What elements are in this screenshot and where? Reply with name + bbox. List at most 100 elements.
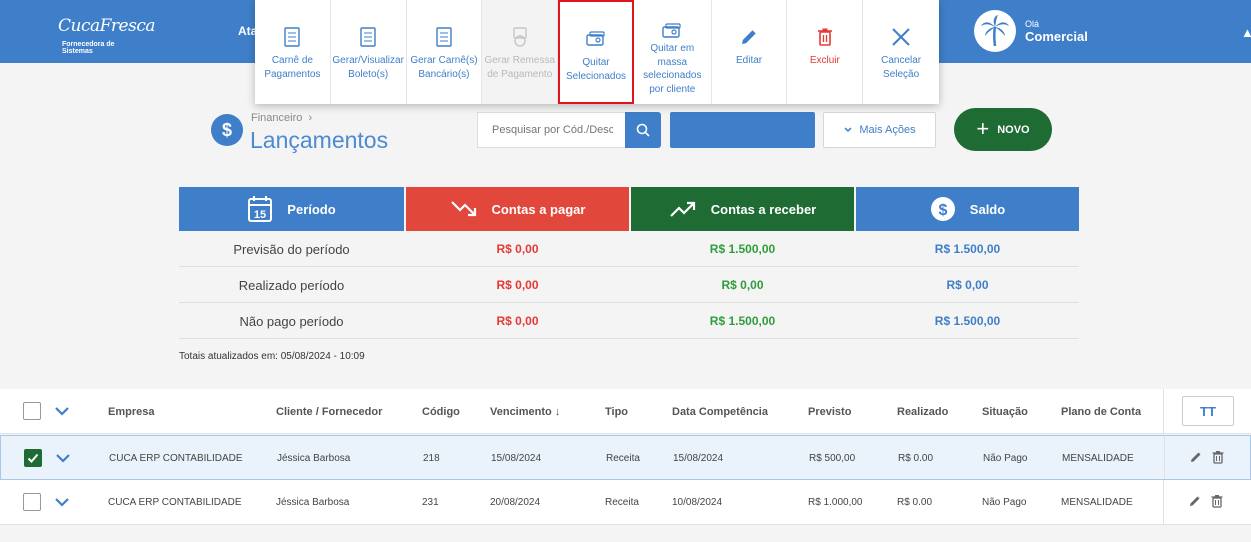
summary-header-pagar[interactable]: Contas a pagar xyxy=(406,187,629,231)
table-row[interactable]: CUCA ERP CONTABILIDADE Jéssica Barbosa 2… xyxy=(0,435,1251,480)
cell-cliente: Jéssica Barbosa xyxy=(277,453,351,464)
summary-header-saldo[interactable]: $ Saldo xyxy=(856,187,1079,231)
column-header-vencimento[interactable]: Vencimento ↓ xyxy=(490,406,560,418)
document-icon xyxy=(433,26,455,48)
row-checkbox[interactable] xyxy=(23,493,41,511)
user-greeting: Olá xyxy=(1025,19,1040,29)
notification-icon[interactable]: ▲ xyxy=(1241,25,1251,40)
cell-competencia: 15/08/2024 xyxy=(673,453,724,464)
gerar-carne-bancario-button[interactable]: Gerar Carnê(s) Bancário(s) xyxy=(407,0,483,104)
search-input[interactable] xyxy=(477,112,627,148)
summary-header-periodo-label: Período xyxy=(287,201,336,217)
trash-icon[interactable] xyxy=(1210,494,1224,508)
pencil-icon xyxy=(738,26,760,48)
palm-tree-icon xyxy=(975,11,1015,51)
avatar[interactable] xyxy=(974,10,1016,52)
cell-situacao: Não Pago xyxy=(982,497,1027,508)
cell-vencimento: 20/08/2024 xyxy=(490,497,541,508)
column-header-previsto[interactable]: Previsto xyxy=(808,406,851,418)
table-row[interactable]: CUCA ERP CONTABILIDADE Jéssica Barbosa 2… xyxy=(0,480,1251,525)
editar-button[interactable]: Editar xyxy=(712,0,788,104)
pencil-icon[interactable] xyxy=(1188,494,1202,508)
summary-row: Não pago período R$ 0,00 R$ 1.500,00 R$ … xyxy=(179,303,1079,339)
column-divider xyxy=(1163,480,1164,524)
action-label: Gerar/Visualizar Boleto(s) xyxy=(332,55,404,80)
columns-icon: TT xyxy=(1200,403,1216,419)
trend-up-icon xyxy=(669,201,695,217)
summary-row: Realizado período R$ 0,00 R$ 0,00 R$ 0,0… xyxy=(179,267,1079,303)
column-header-competencia[interactable]: Data Competência xyxy=(672,406,768,418)
summary-header-periodo[interactable]: 15 Período xyxy=(179,187,404,231)
totals-updated-note: Totais atualizados em: 05/08/2024 - 10:0… xyxy=(179,351,365,362)
table-header-row: Empresa Cliente / Fornecedor Código Venc… xyxy=(0,389,1251,434)
document-icon xyxy=(281,26,303,48)
summary-header-receber[interactable]: Contas a receber xyxy=(631,187,854,231)
cell-previsto: R$ 1.000,00 xyxy=(808,497,863,508)
more-actions-button[interactable]: Mais Ações xyxy=(823,112,936,148)
summary-pagar-value: R$ 0,00 xyxy=(496,242,539,256)
bulk-action-toolbar: Carnê de Pagamentos Gerar/Visualizar Bol… xyxy=(255,0,939,104)
quitar-selecionados-button[interactable]: Quitar Selecionados xyxy=(558,0,634,104)
column-header-empresa[interactable]: Empresa xyxy=(108,406,154,418)
filter-button[interactable] xyxy=(670,112,815,148)
company-logo[interactable]: CucaFresca Fornecedora de Sistemas xyxy=(58,14,155,55)
cell-empresa: CUCA ERP CONTABILIDADE xyxy=(109,453,243,464)
column-header-codigo[interactable]: Código xyxy=(422,406,460,418)
cell-tipo: Receita xyxy=(606,453,640,464)
column-header-plano[interactable]: Plano de Conta xyxy=(1061,406,1141,418)
column-header-realizado[interactable]: Realizado xyxy=(897,406,948,418)
sort-down-icon: ↓ xyxy=(554,406,561,418)
breadcrumb[interactable]: Financeiro › xyxy=(251,112,312,124)
column-header-situacao[interactable]: Situação xyxy=(982,406,1028,418)
gerar-boleto-button[interactable]: Gerar/Visualizar Boleto(s) xyxy=(331,0,407,104)
trash-icon[interactable] xyxy=(1211,450,1225,464)
dollar-icon: $ xyxy=(211,114,243,146)
page-title: Lançamentos xyxy=(250,127,389,153)
summary-header-saldo-label: Saldo xyxy=(969,201,1006,217)
search-button[interactable] xyxy=(625,112,661,148)
summary-header-receber-label: Contas a receber xyxy=(710,201,817,217)
column-header-tipo[interactable]: Tipo xyxy=(605,406,628,418)
logo-text: CucaFresca xyxy=(58,16,155,36)
summary-row-label: Realizado período xyxy=(238,278,345,293)
document-icon xyxy=(357,26,379,48)
new-button-label: NOVO xyxy=(997,123,1030,136)
close-icon xyxy=(890,26,912,48)
action-label: Carnê de Pagamentos xyxy=(264,55,321,80)
chevron-down-icon[interactable] xyxy=(54,494,70,510)
action-label: Gerar Carnê(s) Bancário(s) xyxy=(410,55,478,80)
action-label: Quitar Selecionados xyxy=(565,57,627,82)
row-checkbox[interactable] xyxy=(24,449,42,467)
logo-tagline: Fornecedora de Sistemas xyxy=(62,41,115,55)
row-actions xyxy=(1189,450,1225,464)
column-divider xyxy=(1163,389,1164,433)
gerar-remessa-button[interactable]: Gerar Remessa de Pagamento xyxy=(482,0,559,104)
chevron-down-icon[interactable] xyxy=(55,450,71,466)
breadcrumb-item[interactable]: Financeiro xyxy=(251,112,302,124)
action-label: Editar xyxy=(736,55,763,66)
cell-empresa: CUCA ERP CONTABILIDADE xyxy=(108,497,242,508)
summary-header-pagar-label: Contas a pagar xyxy=(491,201,586,217)
column-header-vencimento-label: Vencimento xyxy=(490,406,552,418)
search-icon xyxy=(636,123,650,137)
pencil-icon[interactable] xyxy=(1189,450,1203,464)
summary-pagar-value: R$ 0,00 xyxy=(496,278,539,292)
new-button[interactable]: + NOVO xyxy=(954,108,1052,151)
summary-row: Previsão do período R$ 0,00 R$ 1.500,00 … xyxy=(179,231,1079,267)
quitar-em-massa-button[interactable]: Quitar em massa selecionados por cliente xyxy=(634,0,712,104)
user-name[interactable]: Comercial xyxy=(1025,29,1088,44)
column-settings-button[interactable]: TT xyxy=(1182,396,1234,426)
summary-saldo-value: R$ 1.500,00 xyxy=(934,314,1001,328)
cell-cliente: Jéssica Barbosa xyxy=(276,497,350,508)
cell-plano: MENSALIDADE xyxy=(1062,453,1134,464)
select-all-checkbox[interactable] xyxy=(23,402,41,420)
chevron-down-icon[interactable] xyxy=(54,403,70,419)
cell-vencimento: 15/08/2024 xyxy=(491,453,542,464)
cell-realizado: R$ 0.00 xyxy=(898,453,934,464)
column-header-cliente[interactable]: Cliente / Fornecedor xyxy=(276,406,382,418)
check-icon xyxy=(27,453,39,463)
action-label: Quitar em massa selecionados por cliente xyxy=(643,43,702,95)
carne-pagamentos-button[interactable]: Carnê de Pagamentos xyxy=(255,0,331,104)
excluir-button[interactable]: Excluir xyxy=(787,0,864,104)
cancelar-selecao-button[interactable]: Cancelar Seleção xyxy=(863,0,939,104)
